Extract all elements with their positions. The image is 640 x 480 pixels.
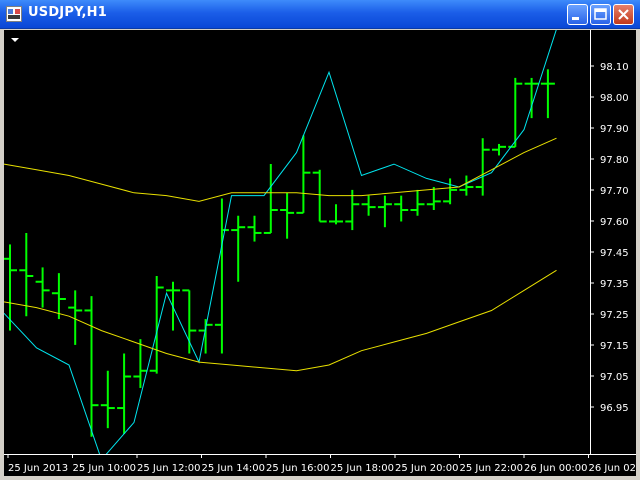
bollinger-lower-line	[4, 269, 557, 372]
ohlc-bar	[524, 77, 539, 119]
time-tick-label: 25 Jun 10:00	[73, 463, 137, 474]
ohlc-bar	[3, 244, 17, 331]
envelope-line	[4, 30, 557, 454]
ohlc-bar	[410, 189, 425, 216]
price-tick-label: 97.05	[600, 372, 629, 383]
time-tick-label: 25 Jun 2013	[8, 463, 68, 474]
price-tick-label: 97.90	[600, 124, 629, 135]
price-tick-label: 97.60	[600, 217, 629, 228]
price-tick-label: 97.80	[600, 155, 629, 166]
ohlc-bar	[540, 69, 555, 119]
ohlc-bar	[329, 204, 343, 225]
price-tick-label: 97.35	[600, 279, 629, 290]
ohlc-bar	[508, 77, 523, 148]
ohlc-bar	[280, 192, 295, 239]
minimize-icon	[572, 17, 579, 20]
price-chart[interactable]: 98.10 98.00 97.90 97.80 97.70 97.60 97.45 97.35…	[3, 30, 640, 476]
ohlc-bar	[443, 178, 458, 205]
ohlc-bar	[100, 370, 115, 429]
chart-window: USDJPY,H1 98.10 98.00 97.90 97.80 97.70 97.60…	[0, 0, 640, 480]
ohlc-bar	[149, 276, 164, 374]
chart-window-icon	[6, 6, 22, 22]
price-tick-label: 96.95	[600, 403, 629, 414]
minimize-button[interactable]	[567, 4, 588, 25]
ohlc-bar	[492, 143, 506, 156]
maximize-button[interactable]	[590, 4, 611, 25]
ohlc-bar	[361, 195, 376, 216]
price-tick-label: 97.45	[600, 248, 629, 259]
time-tick-label: 25 Jun 14:00	[202, 463, 266, 474]
ohlc-bar	[475, 138, 490, 196]
close-icon	[618, 9, 629, 20]
time-tick-label: 25 Jun 22:00	[460, 463, 524, 474]
chart-menu-arrow-icon[interactable]	[11, 38, 19, 42]
time-tick-label: 25 Jun 16:00	[266, 463, 330, 474]
ohlc-bar	[198, 319, 213, 354]
ohlc-bar	[263, 164, 278, 234]
ohlc-bar	[394, 195, 409, 222]
time-tick-label: 25 Jun 18:00	[331, 463, 395, 474]
price-tick-label: 97.25	[600, 310, 629, 321]
ohlc-bar	[247, 215, 262, 242]
price-tick-label: 97.15	[600, 341, 629, 352]
ohlc-bar	[35, 267, 50, 308]
ohlc-bar	[231, 215, 246, 282]
window-title: USDJPY,H1	[28, 5, 108, 20]
ohlc-bar	[426, 187, 441, 210]
ohlc-bar	[19, 232, 34, 317]
ohlc-bar	[68, 290, 83, 345]
ohlc-bar	[377, 195, 392, 228]
bollinger-upper-line	[4, 137, 557, 202]
price-chart-canvas[interactable]: 98.10 98.00 97.90 97.80 97.70 97.60 97.45 97.35…	[3, 30, 640, 476]
ohlc-bar	[182, 289, 197, 354]
price-tick-label: 98.10	[600, 62, 629, 73]
time-tick-label: 25 Jun 20:00	[395, 463, 459, 474]
ohlc-bar	[117, 353, 132, 434]
title-bar[interactable]: USDJPY,H1	[0, 0, 640, 29]
price-tick-label: 98.00	[600, 93, 629, 104]
maximize-icon	[594, 8, 607, 20]
close-button[interactable]	[613, 4, 634, 25]
time-tick-label: 25 Jun 12:00	[137, 463, 201, 474]
time-tick-label: 26 Jun 00:00	[524, 463, 588, 474]
time-tick-label: 26 Jun 02:00	[589, 463, 637, 474]
price-tick-label: 97.70	[600, 186, 629, 197]
